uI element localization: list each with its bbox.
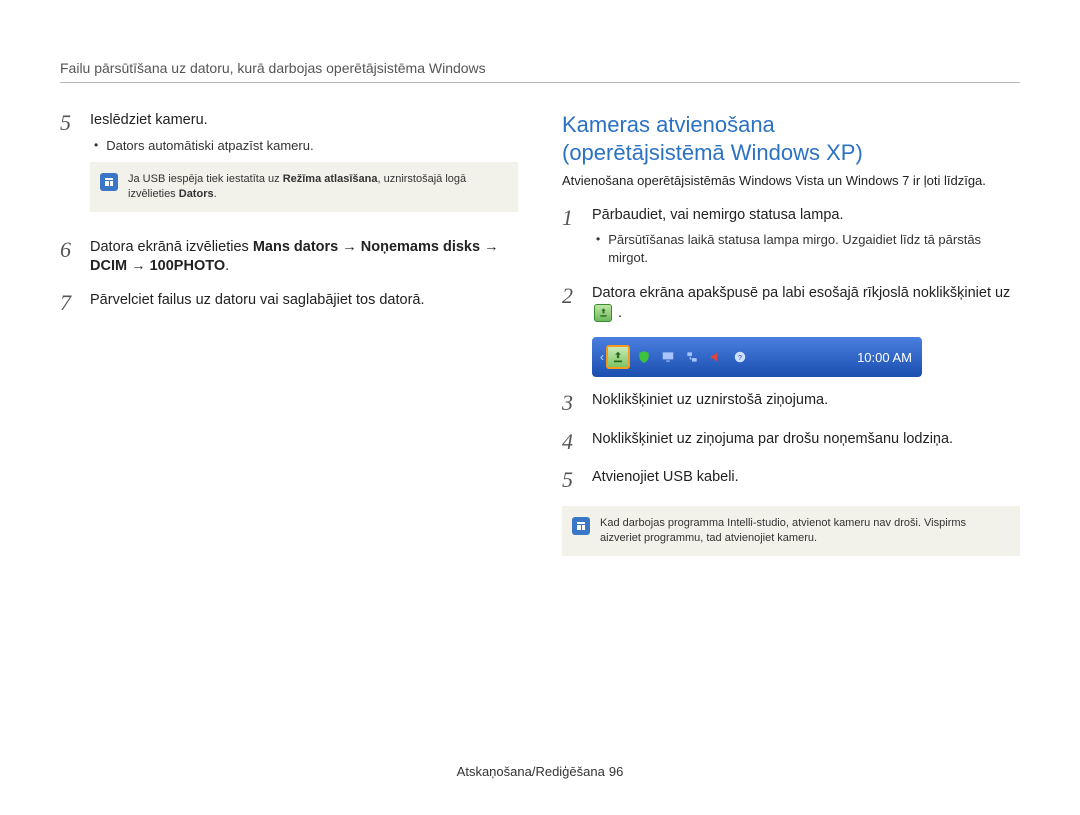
step-text: Atvienojiet USB kabeli.: [592, 468, 1020, 492]
step-number: 2: [562, 284, 580, 323]
step-text: Noklikšķiniet uz ziņojuma par drošu noņe…: [592, 430, 1020, 454]
right-column: Kameras atvienošana (operētājsistēmā Win…: [562, 111, 1020, 568]
note-box: Ja USB iespēja tiek iestatīta uz Režīma …: [90, 162, 518, 212]
bullet-text: Dators automātiski atpazīst kameru.: [106, 137, 518, 155]
bullet-text: Pārsūtīšanas laikā statusa lampa mirgo. …: [608, 231, 1020, 266]
info-icon: [572, 517, 590, 535]
shield-tray-icon[interactable]: [634, 347, 654, 367]
step-number: 1: [562, 206, 580, 271]
step-text: Datora ekrānā izvēlieties Mans dators → …: [90, 238, 518, 277]
step-text: Pārvelciet failus uz datoru vai saglabāj…: [90, 291, 518, 315]
help-tray-icon[interactable]: ?: [730, 347, 750, 367]
step-3: 3 Noklikšķiniet uz uznirstošā ziņojuma.: [562, 391, 1020, 415]
breadcrumb: Failu pārsūtīšana uz datoru, kurā darboj…: [60, 60, 1020, 83]
safely-remove-hardware-icon: [594, 304, 612, 322]
windows-taskbar: ‹: [592, 337, 922, 377]
bullet-item: • Pārsūtīšanas laikā statusa lampa mirgo…: [596, 231, 1020, 266]
step-5: 5 Ieslēdziet kameru. • Dators automātisk…: [60, 111, 518, 224]
tray-chevron-icon: ‹: [598, 350, 606, 364]
step-text: Noklikšķiniet uz uznirstošā ziņojuma.: [592, 391, 1020, 415]
step-6: 6 Datora ekrānā izvēlieties Mans dators …: [60, 238, 518, 277]
section-intro: Atvienošana operētājsistēmās Windows Vis…: [562, 172, 1020, 190]
step-number: 5: [562, 468, 580, 492]
section-title: Kameras atvienošana (operētājsistēmā Win…: [562, 111, 1020, 166]
step-1: 1 Pārbaudiet, vai nemirgo statusa lampa.…: [562, 206, 1020, 271]
step-7: 7 Pārvelciet failus uz datoru vai saglab…: [60, 291, 518, 315]
safely-remove-hardware-tray-icon[interactable]: [606, 345, 630, 369]
step-number: 3: [562, 391, 580, 415]
step-number: 4: [562, 430, 580, 454]
volume-tray-icon[interactable]: [706, 347, 726, 367]
step-5-right: 5 Atvienojiet USB kabeli.: [562, 468, 1020, 492]
network-tray-icon[interactable]: [682, 347, 702, 367]
bullet-dot: •: [596, 231, 600, 266]
display-tray-icon[interactable]: [658, 347, 678, 367]
step-text: Pārbaudiet, vai nemirgo statusa lampa.: [592, 207, 843, 223]
bullet-dot: •: [94, 137, 98, 155]
step-4: 4 Noklikšķiniet uz ziņojuma par drošu no…: [562, 430, 1020, 454]
step-text: Datora ekrāna apakšpusē pa labi esošajā …: [592, 284, 1020, 323]
step-number: 6: [60, 238, 78, 277]
info-icon: [100, 173, 118, 191]
step-2: 2 Datora ekrāna apakšpusē pa labi esošaj…: [562, 284, 1020, 323]
step-number: 5: [60, 111, 78, 224]
step-text: Ieslēdziet kameru.: [90, 112, 208, 128]
taskbar-clock: 10:00 AM: [857, 350, 912, 365]
note-box: Kad darbojas programma Intelli-studio, a…: [562, 506, 1020, 556]
left-column: 5 Ieslēdziet kameru. • Dators automātisk…: [60, 111, 518, 568]
svg-text:?: ?: [738, 355, 742, 362]
note-text: Kad darbojas programma Intelli-studio, a…: [600, 516, 1008, 546]
step-number: 7: [60, 291, 78, 315]
bullet-item: • Dators automātiski atpazīst kameru.: [94, 137, 518, 155]
page-footer: Atskaņošana/Rediģēšana96: [0, 764, 1080, 779]
note-text: Ja USB iespēja tiek iestatīta uz Režīma …: [128, 172, 506, 202]
